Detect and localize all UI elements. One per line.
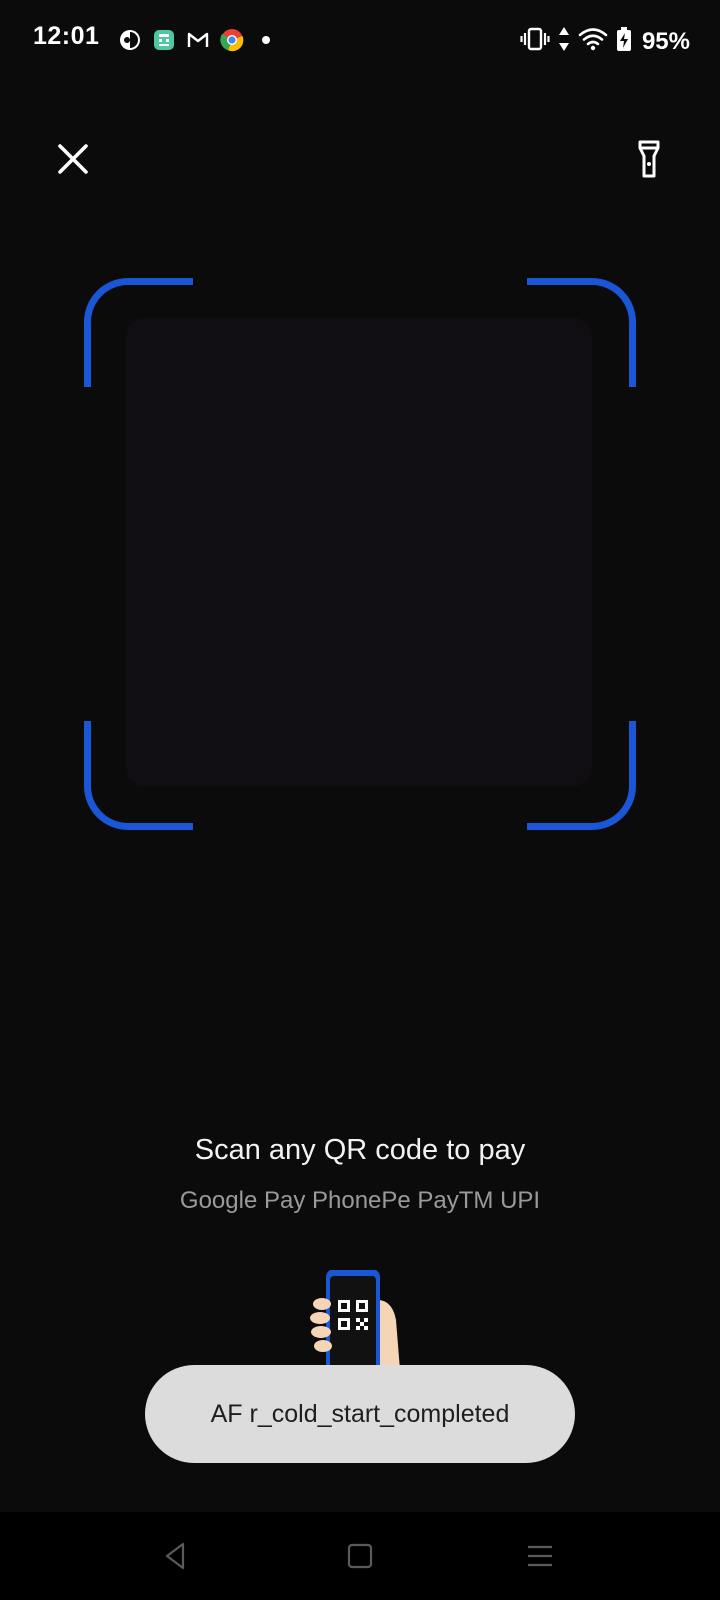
- toast-message: AF r_cold_start_completed: [145, 1365, 575, 1463]
- scanner-corner-bottom-right: [527, 721, 636, 830]
- system-status-icons: 95%: [520, 26, 690, 57]
- notification-icons: [118, 28, 278, 52]
- home-icon: [347, 1543, 373, 1569]
- close-button[interactable]: [52, 138, 94, 180]
- calculator-app-icon: [152, 28, 176, 52]
- home-button[interactable]: [336, 1532, 384, 1580]
- back-button[interactable]: [152, 1532, 200, 1580]
- more-dot-icon: [254, 28, 278, 52]
- status-bar: 12:01 95%: [0, 0, 720, 80]
- scanner-corner-top-left: [84, 278, 193, 387]
- navigation-bar: [0, 1512, 720, 1600]
- flashlight-button[interactable]: [628, 138, 670, 180]
- battery-percent: 95%: [641, 27, 690, 55]
- wifi-icon: [578, 27, 608, 56]
- qr-scanner-frame: [84, 278, 636, 830]
- chrome-icon: [220, 28, 244, 52]
- camera-viewfinder: [126, 318, 592, 786]
- vibrate-icon: [520, 26, 550, 57]
- scan-title: Scan any QR code to pay: [194, 1134, 526, 1166]
- app-icon: [118, 28, 142, 52]
- toast-text: AF r_cold_start_completed: [210, 1399, 510, 1428]
- data-arrows-icon: [558, 26, 570, 57]
- scanner-corner-top-right: [527, 278, 636, 387]
- back-icon: [165, 1542, 185, 1570]
- close-icon: [58, 144, 88, 174]
- recents-button[interactable]: [516, 1532, 564, 1580]
- scanner-corner-bottom-left: [84, 721, 193, 830]
- battery-charging-icon: [616, 26, 632, 57]
- recents-icon: [528, 1545, 552, 1567]
- qr-scanner-screen: 12:01 95% Scan any QR code to pay Google…: [0, 0, 720, 1600]
- gmail-icon: [186, 28, 210, 52]
- status-time: 12:01: [33, 22, 100, 50]
- scan-subtitle: Google Pay PhonePe PayTM UPI: [179, 1187, 541, 1214]
- flashlight-icon: [638, 140, 660, 178]
